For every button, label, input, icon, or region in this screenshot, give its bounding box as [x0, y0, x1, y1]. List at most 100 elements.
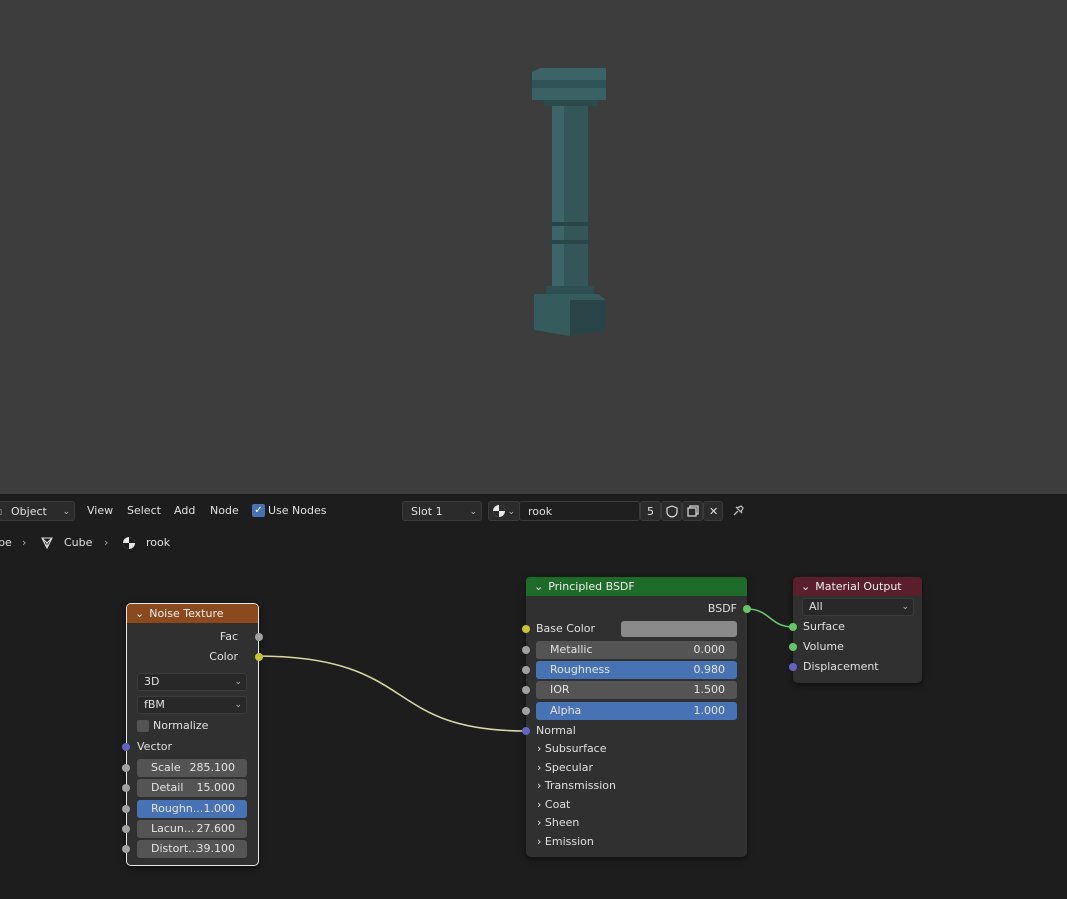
chevron-down-icon[interactable]: ⌄ [135, 607, 144, 620]
normalize-checkbox[interactable] [137, 720, 149, 732]
lacunarity-field[interactable]: Lacun... 27.600 [137, 820, 247, 838]
metallic-socket[interactable] [522, 646, 530, 654]
menu-add[interactable]: Add [174, 501, 195, 521]
output-color-socket[interactable] [255, 653, 263, 661]
alpha-value: 1.000 [693, 704, 726, 717]
material-browse-button[interactable]: ⌄ [488, 501, 520, 521]
panel-coat[interactable]: › Coat [537, 796, 570, 814]
chevron-down-icon[interactable]: ⌄ [534, 580, 543, 593]
mode-dropdown[interactable]: ▫ Object ⌄ [0, 501, 75, 521]
menu-view[interactable]: View [87, 501, 113, 521]
metallic-label: Metallic [550, 643, 593, 656]
roughness-socket[interactable] [122, 805, 130, 813]
panel-specular[interactable]: › Specular [537, 759, 593, 777]
bsdf-node-title: Principled BSDF [548, 580, 635, 593]
menu-node[interactable]: Node [210, 501, 239, 521]
volume-input-socket[interactable] [789, 643, 797, 651]
ior-field[interactable]: IOR 1.500 [536, 681, 737, 699]
target-dropdown[interactable]: All ⌄ [802, 598, 914, 616]
chevron-down-icon: ⌄ [234, 700, 242, 710]
alpha-socket[interactable] [522, 707, 530, 715]
surface-input-label: Surface [803, 620, 845, 633]
duplicate-icon [687, 505, 699, 517]
material-sphere-icon [123, 537, 135, 549]
normal-input-socket[interactable] [522, 727, 530, 735]
panel-specular-label: Specular [544, 761, 593, 774]
distortion-label: Distort... [151, 842, 199, 855]
surface-input-socket[interactable] [789, 623, 797, 631]
chevron-right-icon: › [537, 761, 545, 774]
target-value: All [809, 600, 823, 613]
breadcrumb-material: rook [146, 536, 171, 549]
vector-input-socket[interactable] [122, 743, 130, 751]
bsdf-output-socket[interactable] [743, 605, 751, 613]
panel-subsurface[interactable]: › Subsurface [537, 740, 607, 758]
menu-select[interactable]: Select [127, 501, 161, 521]
detail-label: Detail [151, 781, 184, 794]
panel-emission[interactable]: › Emission [537, 833, 594, 851]
base-color-label: Base Color [536, 622, 596, 635]
slot-dropdown[interactable]: Slot 1 ⌄ [402, 501, 482, 521]
duplicate-material-button[interactable] [682, 501, 703, 521]
distortion-field[interactable]: Distort... 39.100 [137, 840, 247, 858]
mode-label: Object [11, 505, 47, 518]
metallic-field[interactable]: Metallic 0.000 [536, 641, 737, 659]
shader-node-editor[interactable]: ▫ Object ⌄ View Select Add Node ✓ Use No… [0, 494, 1067, 899]
3d-viewport[interactable] [0, 0, 1067, 494]
material-output-node[interactable]: ⌄ Material Output All ⌄ Surface Volume Di… [789, 577, 922, 683]
principled-bsdf-node[interactable]: ⌄ Principled BSDF BSDF Base Color Metalli… [522, 577, 751, 857]
base-color-socket[interactable] [522, 625, 530, 633]
noise-node-title: Noise Texture [149, 607, 224, 620]
dimension-dropdown[interactable]: 3D ⌄ [137, 673, 247, 691]
unlink-material-button[interactable]: ✕ [703, 501, 723, 521]
panel-transmission[interactable]: › Transmission [537, 777, 616, 795]
panel-emission-label: Emission [544, 835, 594, 848]
bsdf-node-header[interactable]: ⌄ Principled BSDF [526, 577, 747, 596]
displacement-input-socket[interactable] [789, 663, 797, 671]
scale-field[interactable]: Scale 285.100 [137, 759, 247, 777]
detail-field[interactable]: Detail 15.000 [137, 779, 247, 797]
detail-socket[interactable] [122, 784, 130, 792]
lacunarity-value: 27.600 [196, 822, 236, 835]
noise-texture-node[interactable]: ⌄ Noise Texture Fac Color 3D ⌄ fBM ⌄ Norm… [122, 603, 263, 866]
mesh-icon [41, 537, 53, 550]
noise-type-value: fBM [144, 698, 165, 711]
scale-value: 285.100 [189, 761, 236, 774]
ior-socket[interactable] [522, 686, 530, 694]
use-nodes-label: Use Nodes [268, 504, 327, 517]
distortion-socket[interactable] [122, 845, 130, 853]
rook-pillar-render [532, 68, 606, 336]
material-name-field[interactable]: rook [519, 501, 640, 521]
output-node-title: Material Output [815, 580, 902, 593]
roughness-socket[interactable] [522, 666, 530, 674]
noise-node-header[interactable]: ⌄ Noise Texture [127, 604, 258, 623]
chevron-right-icon: › [22, 536, 27, 549]
roughness-field[interactable]: Roughness 0.980 [536, 661, 737, 679]
volume-input-label: Volume [803, 640, 844, 653]
roughness-field[interactable]: Roughn... 1.000 [137, 800, 247, 818]
material-name-text: rook [528, 505, 553, 518]
chevron-down-icon[interactable]: ⌄ [801, 580, 810, 593]
base-color-swatch[interactable] [621, 621, 737, 637]
user-count-text: 5 [647, 505, 654, 518]
output-node-header[interactable]: ⌄ Material Output [793, 577, 922, 596]
user-count-button[interactable]: 5 [640, 501, 661, 521]
scale-socket[interactable] [122, 764, 130, 772]
editor-header: ▫ Object ⌄ View Select Add Node ✓ Use No… [0, 495, 1067, 525]
chevron-right-icon: › [537, 835, 545, 848]
close-icon: ✕ [709, 505, 719, 518]
noise-type-dropdown[interactable]: fBM ⌄ [137, 696, 247, 714]
fake-user-button[interactable] [661, 501, 682, 521]
lacunarity-socket[interactable] [122, 825, 130, 833]
panel-sheen[interactable]: › Sheen [537, 814, 579, 832]
alpha-field[interactable]: Alpha 1.000 [536, 702, 737, 720]
slot-label: Slot 1 [411, 505, 443, 518]
dimension-value: 3D [144, 675, 160, 688]
use-nodes-checkbox[interactable]: ✓ [252, 504, 265, 517]
output-fac-socket[interactable] [255, 633, 263, 641]
roughness-label: Roughness [550, 663, 611, 676]
chevron-down-icon: ⌄ [901, 602, 909, 612]
mode-icon: ▫ [0, 502, 2, 522]
panel-subsurface-label: Subsurface [544, 742, 607, 755]
pin-icon[interactable] [731, 501, 745, 521]
